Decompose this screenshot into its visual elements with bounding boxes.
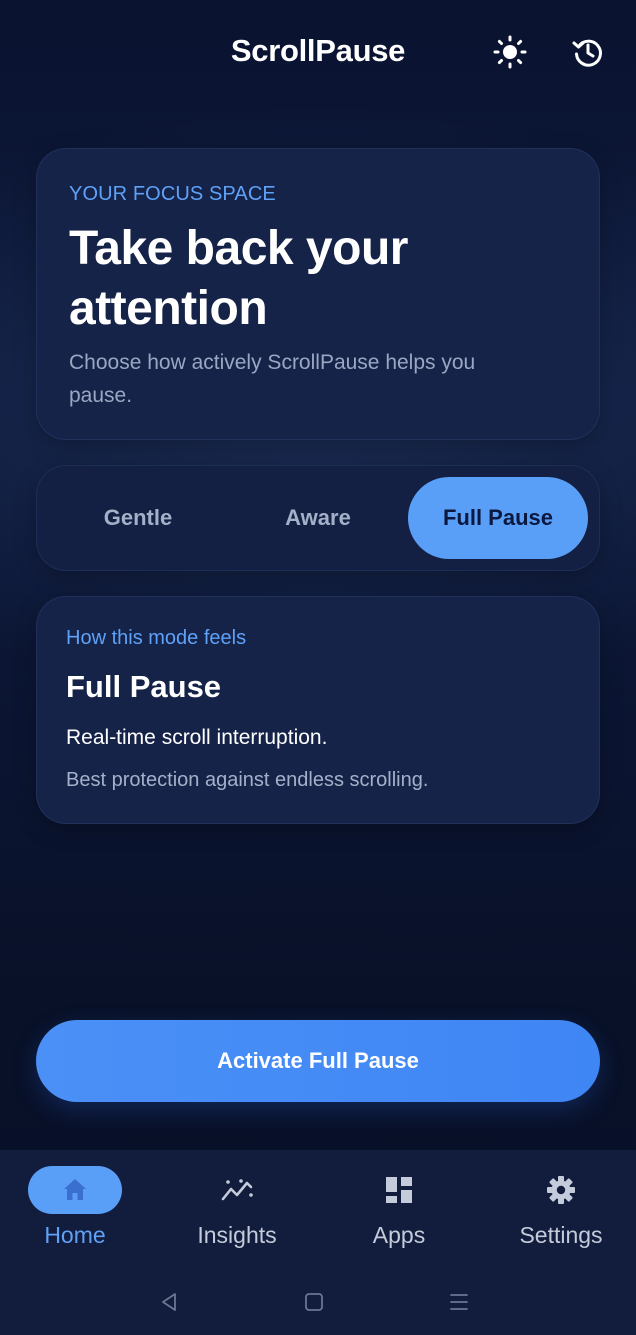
mode-option-gentle[interactable]: Gentle [48, 477, 228, 559]
app-header: ScrollPause [0, 0, 636, 108]
system-menu-button[interactable] [445, 1288, 473, 1316]
nav-item-apps[interactable]: Apps [329, 1166, 469, 1256]
nav-item-insights[interactable]: Insights [167, 1166, 307, 1256]
activate-mode-button[interactable]: Activate Full Pause [36, 1020, 600, 1102]
mode-info-eyebrow: How this mode feels [66, 627, 247, 649]
back-triangle-icon [162, 1293, 176, 1311]
app-title: ScrollPause [230, 33, 406, 68]
mode-option-aware[interactable]: Aware [228, 477, 408, 559]
mode-option-full-pause[interactable]: Full Pause [408, 477, 588, 559]
mode-info-title: Full Pause [66, 669, 222, 704]
system-back-button[interactable] [155, 1288, 183, 1316]
mode-info-description: Real-time scroll interruption. [66, 726, 328, 749]
mode-selector: Gentle Aware Full Pause [36, 465, 600, 571]
nav-label-insights: Insights [197, 1222, 277, 1248]
hero-subtitle: Choose how actively ScrollPause helps yo… [69, 351, 476, 407]
sun-icon [493, 35, 527, 69]
theme-toggle-button[interactable] [492, 34, 528, 70]
menu-lines-icon [450, 1294, 468, 1310]
bottom-nav: Home Insights Apps Settings [0, 1150, 636, 1260]
system-home-button[interactable] [300, 1288, 328, 1316]
home-square-icon [305, 1293, 323, 1311]
hero-title: Take back your attention [69, 222, 408, 335]
nav-label-apps: Apps [372, 1222, 426, 1248]
apps-icon [386, 1177, 412, 1203]
mode-info-note: Best protection against endless scrollin… [66, 769, 429, 791]
nav-item-settings[interactable]: Settings [491, 1166, 631, 1256]
nav-label-home: Home [44, 1222, 106, 1248]
home-icon [64, 1179, 86, 1200]
history-button[interactable] [570, 34, 606, 70]
mode-info-card: How this mode feels Full Pause Real-time… [36, 596, 600, 824]
settings-icon [547, 1176, 575, 1204]
nav-label-settings: Settings [519, 1222, 603, 1248]
nav-item-home[interactable]: Home [5, 1166, 145, 1256]
system-nav-bar [0, 1260, 636, 1335]
insights-icon [221, 1179, 253, 1201]
focus-space-card: YOUR FOCUS SPACE Take back your attentio… [36, 148, 600, 440]
focus-space-eyebrow: YOUR FOCUS SPACE [69, 183, 276, 205]
history-icon [572, 39, 602, 67]
